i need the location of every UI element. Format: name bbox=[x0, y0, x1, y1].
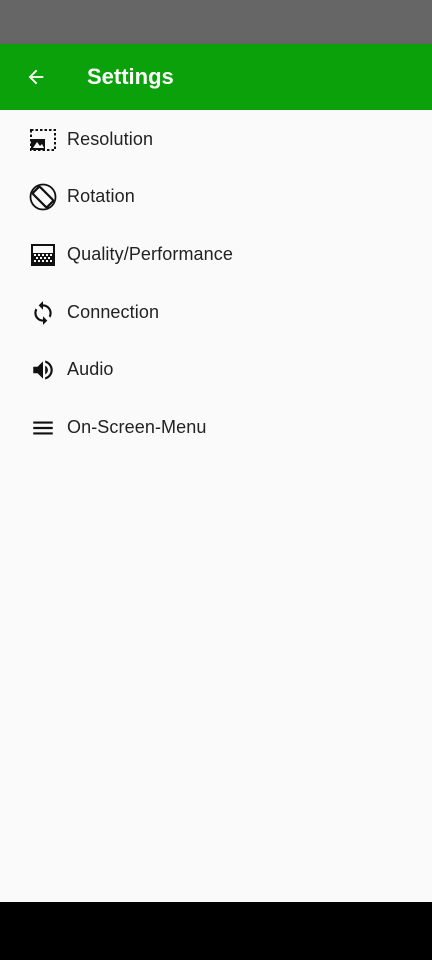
app-bar: Settings bbox=[0, 44, 432, 110]
menu-item-resolution[interactable]: Resolution bbox=[0, 111, 432, 168]
menu-item-label: Rotation bbox=[67, 186, 135, 206]
menu-item-label: Connection bbox=[67, 302, 160, 322]
navigation-bar bbox=[0, 902, 432, 960]
menu-item-label: On-Screen-Menu bbox=[67, 417, 207, 437]
menu-item-label: Resolution bbox=[67, 129, 154, 149]
back-button[interactable] bbox=[12, 53, 60, 101]
quality-icon bbox=[29, 241, 57, 269]
menu-item-rotation[interactable]: Rotation bbox=[0, 168, 432, 225]
menu-item-label: Quality/Performance bbox=[67, 244, 233, 264]
page-title: Settings bbox=[87, 64, 174, 89]
menu-item-connection[interactable]: Connection bbox=[0, 284, 432, 341]
menu-item-audio[interactable]: Audio bbox=[0, 341, 432, 398]
volume-icon bbox=[29, 356, 57, 384]
menu-icon bbox=[29, 414, 57, 442]
resolution-icon bbox=[29, 126, 57, 154]
screen-rotation-icon bbox=[29, 183, 57, 211]
status-bar bbox=[0, 0, 432, 44]
menu-item-label: Audio bbox=[67, 359, 114, 379]
menu-item-on-screen-menu[interactable]: On-Screen-Menu bbox=[0, 399, 432, 456]
arrow-back-icon bbox=[28, 69, 44, 85]
menu-item-quality-performance[interactable]: Quality/Performance bbox=[0, 226, 432, 283]
connection-sync-icon bbox=[29, 299, 57, 327]
settings-list: Resolution Rotation Quality/Performance … bbox=[0, 110, 432, 902]
